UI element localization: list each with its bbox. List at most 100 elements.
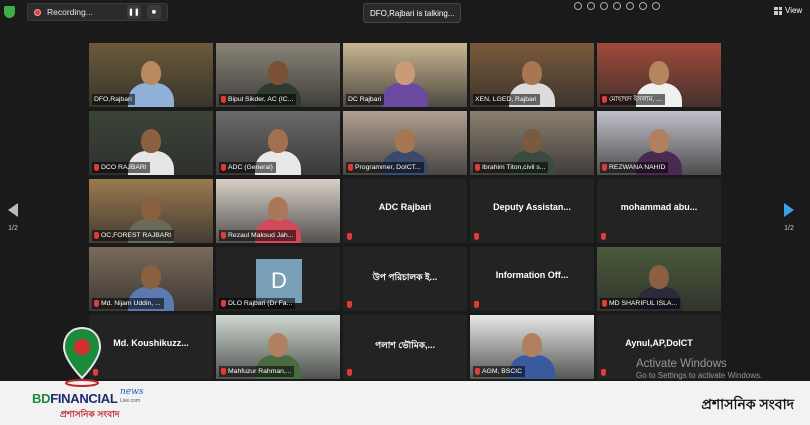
mic-muted-icon — [475, 164, 480, 171]
mic-muted-icon — [221, 368, 226, 375]
window-controls — [574, 2, 660, 10]
watermark-title: Activate Windows — [636, 358, 727, 370]
participant-tile[interactable]: ADC (General) — [216, 111, 340, 175]
page-indicator-right: 1/2 — [784, 225, 794, 232]
participant-name-label: DFO,Rajbari — [92, 94, 135, 105]
participant-name-label: DC Rajbari — [346, 94, 385, 105]
participant-name: DFO,Rajbari — [94, 96, 132, 103]
view-label: View — [785, 6, 803, 15]
control-icon[interactable] — [639, 2, 647, 10]
stop-icon[interactable]: ■ — [146, 5, 161, 19]
recording-indicator: Recording... ❚❚ ■ — [4, 3, 168, 21]
participant-tile[interactable]: Ibrahim Titon,civil s... — [470, 111, 594, 175]
participant-tile[interactable]: পলাশ ভৌমিক,... — [343, 315, 467, 379]
participant-name: Aynul,AP,DoICT — [625, 338, 693, 348]
mic-muted-icon — [347, 301, 352, 308]
logo-brand: BDFINANCIAL — [32, 391, 118, 406]
participant-tile[interactable]: MD SHARIFUL ISLA... — [597, 247, 721, 311]
avatar: D — [256, 259, 302, 303]
control-icon[interactable] — [652, 2, 660, 10]
participant-name: উপ পরিচালক ই... — [372, 272, 438, 282]
participant-name-label: AGM, BSCIC — [473, 366, 526, 377]
control-icon[interactable] — [626, 2, 634, 10]
participant-tile[interactable]: AGM, BSCIC — [470, 315, 594, 379]
participant-tile[interactable]: D DLO Rajbari (Dr Fa... — [216, 247, 340, 311]
participant-name: Information Off... — [495, 270, 569, 280]
participant-tile[interactable]: ADC Rajbari — [343, 179, 467, 243]
participant-name: ADC (General) — [228, 164, 273, 171]
participant-name: Programmer, DoICT... — [355, 164, 421, 171]
location-pin-logo-icon — [62, 326, 102, 387]
arrow-right-icon[interactable] — [784, 203, 794, 217]
participant-name: OC,FOREST RAJBARI — [101, 232, 172, 239]
participant-name-label: Mahfuzur Rahman,... — [219, 366, 295, 377]
recording-label: Recording... — [47, 7, 93, 17]
participant-name: ADC Rajbari — [378, 202, 432, 212]
page-indicator-left: 1/2 — [8, 225, 18, 232]
mic-muted-icon — [94, 232, 99, 239]
mic-muted-icon — [474, 233, 479, 240]
pause-icon[interactable]: ❚❚ — [126, 5, 141, 19]
top-bar: Recording... ❚❚ ■ DFO,Rajbari is talking… — [0, 0, 810, 26]
control-icon[interactable] — [574, 2, 582, 10]
participant-tile[interactable]: mohammad abu... — [597, 179, 721, 243]
participant-tile[interactable]: Md. Nijam Uddin, ... — [89, 247, 213, 311]
participant-name-label: ADC (General) — [219, 162, 276, 173]
view-button[interactable]: View — [774, 6, 802, 15]
logo-domain: Live.com — [120, 398, 141, 404]
arrow-left-icon[interactable] — [8, 203, 18, 217]
participant-tile[interactable]: XEN, LGED, Rajbari — [470, 43, 594, 107]
security-shield-icon[interactable] — [4, 6, 15, 18]
participant-tile[interactable]: Rezaul Maksud Jah... — [216, 179, 340, 243]
participant-name-label: Bipul Sikder, AC (IC... — [219, 94, 297, 105]
next-page-nav[interactable]: 1/2 — [784, 203, 794, 232]
participant-tile[interactable]: DCO RAJBARI — [89, 111, 213, 175]
participant-name: Mahfuzur Rahman,... — [228, 368, 292, 375]
control-icon[interactable] — [587, 2, 595, 10]
mic-muted-icon — [602, 164, 607, 171]
participant-tile[interactable]: DFO,Rajbari — [89, 43, 213, 107]
participant-tile[interactable]: Bipul Sikder, AC (IC... — [216, 43, 340, 107]
control-icon[interactable] — [613, 2, 621, 10]
participant-name-label: DLO Rajbari (Dr Fa... — [219, 298, 296, 309]
participant-tile[interactable]: REZWANA NAHID — [597, 111, 721, 175]
mic-muted-icon — [601, 369, 606, 376]
participant-name-label: Programmer, DoICT... — [346, 162, 424, 173]
mic-muted-icon — [221, 232, 226, 239]
participant-name-label: OC,FOREST RAJBARI — [92, 230, 175, 241]
logo-tagline: প্রশাসনিক সংবাদ — [60, 409, 120, 419]
participant-tile[interactable]: মোহাম্মদ ইসলাম, ... — [597, 43, 721, 107]
participant-name: DCO RAJBARI — [101, 164, 147, 171]
participant-name-label: XEN, LGED, Rajbari — [473, 94, 540, 105]
participant-name: Bipul Sikder, AC (IC... — [228, 96, 294, 103]
participant-tile[interactable]: Information Off... — [470, 247, 594, 311]
participant-name-label: REZWANA NAHID — [600, 162, 669, 173]
mic-muted-icon — [474, 301, 479, 308]
participant-name-label: মোহাম্মদ ইসলাম, ... — [600, 94, 665, 105]
mic-muted-icon — [347, 233, 352, 240]
participant-name: MD SHARIFUL ISLA... — [609, 300, 678, 307]
participant-tile[interactable]: উপ পরিচালক ই... — [343, 247, 467, 311]
activate-windows-watermark: Activate Windows Go to Settings to activ… — [636, 358, 762, 380]
participant-tile[interactable]: Programmer, DoICT... — [343, 111, 467, 175]
participant-tile[interactable]: DC Rajbari — [343, 43, 467, 107]
mic-muted-icon — [221, 164, 226, 171]
participant-name: AGM, BSCIC — [482, 368, 523, 375]
participant-tile[interactable]: Md. Koushikuzz... — [89, 315, 213, 379]
participant-tile[interactable]: OC,FOREST RAJBARI — [89, 179, 213, 243]
mic-muted-icon — [347, 369, 352, 376]
participant-name-label: Rezaul Maksud Jah... — [219, 230, 297, 241]
recording-box: Recording... ❚❚ ■ — [27, 3, 168, 21]
participant-name: Rezaul Maksud Jah... — [228, 232, 294, 239]
participant-tile[interactable]: Mahfuzur Rahman,... — [216, 315, 340, 379]
prev-page-nav[interactable]: 1/2 — [8, 203, 18, 232]
watermark-subtitle: Go to Settings to activate Windows. — [636, 371, 763, 380]
participant-name: Md. Nijam Uddin, ... — [101, 300, 161, 307]
participant-name: Md. Koushikuzz... — [113, 338, 189, 348]
site-logo[interactable]: BDFINANCIAL news Live.com প্রশাসনিক সংবা… — [28, 386, 158, 422]
participant-name: DC Rajbari — [348, 96, 382, 103]
participant-tile[interactable]: Deputy Assistan... — [470, 179, 594, 243]
control-icon[interactable] — [600, 2, 608, 10]
mic-muted-icon — [221, 96, 226, 103]
participant-name-label: DCO RAJBARI — [92, 162, 150, 173]
